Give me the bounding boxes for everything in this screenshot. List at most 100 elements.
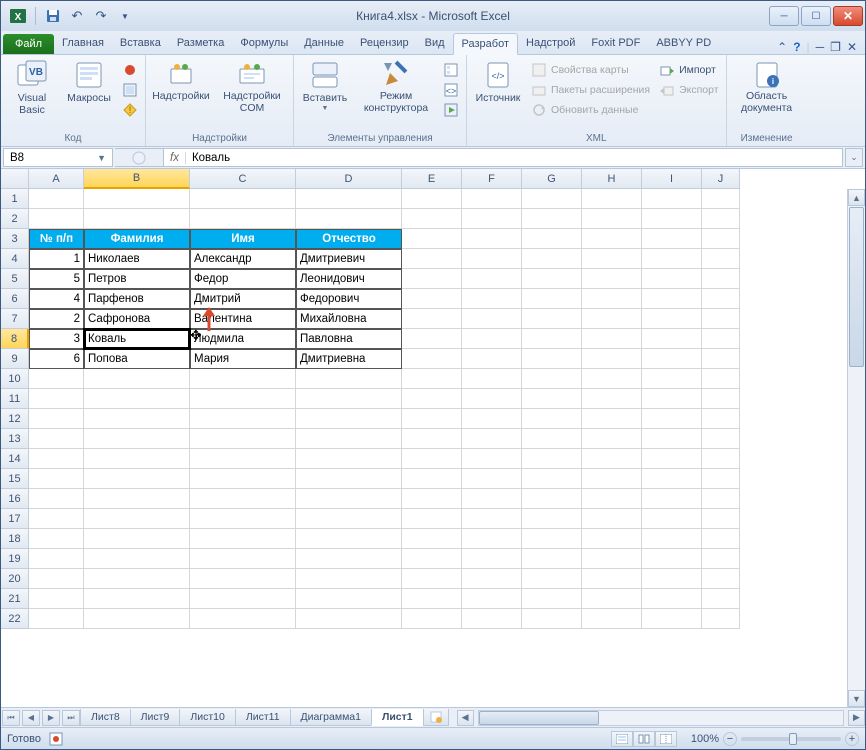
cell[interactable]: Дмитриевич	[296, 249, 402, 269]
cell[interactable]	[702, 529, 740, 549]
cell[interactable]	[522, 329, 582, 349]
cell[interactable]: Николаев	[84, 249, 190, 269]
cell[interactable]	[296, 469, 402, 489]
select-all-corner[interactable]	[1, 169, 29, 189]
cell[interactable]	[190, 469, 296, 489]
cell[interactable]	[642, 529, 702, 549]
sheet-tab[interactable]: Диаграмма1	[290, 709, 372, 726]
cell[interactable]	[84, 489, 190, 509]
visual-basic-button[interactable]: VB Visual Basic	[5, 57, 59, 118]
scroll-thumb[interactable]	[849, 207, 864, 367]
cell[interactable]	[702, 249, 740, 269]
row-header[interactable]: 2	[1, 209, 29, 229]
close-button[interactable]: ✕	[833, 6, 863, 26]
ribbon-tab[interactable]: Формулы	[232, 33, 296, 54]
cell[interactable]: Коваль	[84, 329, 190, 349]
cell[interactable]: Попова	[84, 349, 190, 369]
cell[interactable]	[402, 549, 462, 569]
cell[interactable]	[642, 549, 702, 569]
cell[interactable]	[522, 589, 582, 609]
ribbon-tab[interactable]: Foxit PDF	[583, 33, 648, 54]
zoom-handle[interactable]	[789, 733, 797, 745]
cell[interactable]	[642, 569, 702, 589]
cell[interactable]	[642, 189, 702, 209]
cell[interactable]	[402, 269, 462, 289]
cell[interactable]	[582, 589, 642, 609]
cell[interactable]	[84, 469, 190, 489]
cell[interactable]	[402, 589, 462, 609]
cell[interactable]	[190, 389, 296, 409]
cell[interactable]	[522, 229, 582, 249]
column-header[interactable]: H	[582, 169, 642, 189]
cell[interactable]	[402, 449, 462, 469]
cell[interactable]: 5	[29, 269, 84, 289]
hscroll-left-icon[interactable]: ◀	[457, 710, 474, 726]
cell[interactable]	[296, 449, 402, 469]
row-header[interactable]: 5	[1, 269, 29, 289]
cell[interactable]	[522, 449, 582, 469]
cell[interactable]	[522, 309, 582, 329]
column-header[interactable]: D	[296, 169, 402, 189]
com-addins-button[interactable]: Надстройки COM	[215, 57, 289, 114]
row-header[interactable]: 17	[1, 509, 29, 529]
cell[interactable]	[29, 409, 84, 429]
addins-button[interactable]: Надстройки	[150, 57, 212, 103]
cell[interactable]	[642, 329, 702, 349]
cell[interactable]: Людмила	[190, 329, 296, 349]
cell[interactable]	[702, 549, 740, 569]
row-header[interactable]: 20	[1, 569, 29, 589]
ribbon-tab[interactable]: Вставка	[112, 33, 169, 54]
cell[interactable]	[462, 409, 522, 429]
cell[interactable]	[642, 489, 702, 509]
row-header[interactable]: 19	[1, 549, 29, 569]
cell[interactable]	[462, 569, 522, 589]
redo-icon[interactable]: ↷	[90, 5, 112, 27]
ribbon-tab[interactable]: Разметка	[169, 33, 233, 54]
cell[interactable]	[582, 569, 642, 589]
cell[interactable]	[702, 369, 740, 389]
cell[interactable]	[462, 509, 522, 529]
cell[interactable]	[642, 229, 702, 249]
cell[interactable]	[702, 449, 740, 469]
cell[interactable]	[402, 249, 462, 269]
xml-source-button[interactable]: </> Источник	[471, 57, 525, 107]
cell[interactable]	[190, 449, 296, 469]
cell[interactable]: 1	[29, 249, 84, 269]
column-header[interactable]: I	[642, 169, 702, 189]
column-header[interactable]: A	[29, 169, 84, 189]
zoom-slider[interactable]	[741, 737, 841, 741]
cell[interactable]	[522, 509, 582, 529]
ribbon-tab[interactable]: Разработ	[453, 33, 518, 55]
cell[interactable]	[29, 569, 84, 589]
cell[interactable]	[296, 369, 402, 389]
cell[interactable]: 2	[29, 309, 84, 329]
cell[interactable]	[702, 189, 740, 209]
row-header[interactable]: 9	[1, 349, 29, 369]
cell[interactable]	[462, 229, 522, 249]
cell[interactable]	[84, 529, 190, 549]
cell[interactable]	[84, 549, 190, 569]
cell[interactable]	[29, 489, 84, 509]
cell[interactable]: Михайловна	[296, 309, 402, 329]
ribbon-tab[interactable]: Вид	[417, 33, 453, 54]
horizontal-scrollbar[interactable]	[478, 710, 844, 726]
cell[interactable]: Федор	[190, 269, 296, 289]
row-header[interactable]: 21	[1, 589, 29, 609]
cell[interactable]	[522, 489, 582, 509]
ribbon-minimize-icon[interactable]: ⌃	[777, 40, 787, 54]
cell[interactable]: Дмитриевна	[296, 349, 402, 369]
cell[interactable]	[522, 209, 582, 229]
cell[interactable]	[29, 469, 84, 489]
cell[interactable]: Федорович	[296, 289, 402, 309]
doc-close-icon[interactable]: ✕	[847, 40, 857, 54]
row-header[interactable]: 14	[1, 449, 29, 469]
cell[interactable]	[702, 409, 740, 429]
cell[interactable]	[29, 589, 84, 609]
cell[interactable]	[296, 569, 402, 589]
ribbon-tab[interactable]: ABBYY PD	[648, 33, 719, 54]
doc-minimize-icon[interactable]: ─	[816, 40, 825, 54]
cell[interactable]	[702, 569, 740, 589]
cell[interactable]	[642, 409, 702, 429]
expand-formula-bar-icon[interactable]: ⌄	[845, 148, 863, 167]
sheet-nav-first-icon[interactable]: ⏮	[2, 710, 20, 726]
